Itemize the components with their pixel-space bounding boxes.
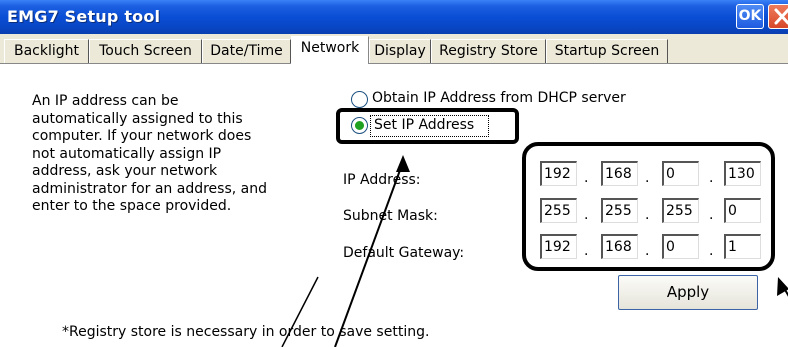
tab-network[interactable]: Network — [291, 36, 369, 64]
annotation-box-set-ip — [336, 108, 519, 144]
description-text: An IP address can be automatically assig… — [32, 93, 312, 216]
annotation-box-ip-fields — [522, 142, 775, 271]
tab-startup-screen[interactable]: Startup Screen — [546, 39, 668, 63]
description-line: address, ask your network — [32, 163, 218, 179]
close-icon[interactable] — [768, 4, 788, 29]
ok-button[interactable]: OK — [736, 4, 764, 29]
description-line: automatically assigned to this — [32, 110, 243, 127]
ip-address-label: IP Address: — [343, 172, 421, 188]
subnet-mask-label: Subnet Mask: — [343, 208, 438, 224]
description-line: not automatically assign IP — [32, 145, 222, 162]
apply-button[interactable]: Apply — [618, 275, 758, 310]
default-gateway-label: Default Gateway: — [343, 245, 465, 261]
tab-display[interactable]: Display — [369, 39, 431, 63]
title-bar: EMG7 Setup tool OK — [0, 0, 788, 34]
tab-date-time[interactable]: Date/Time — [202, 39, 291, 63]
radio-dhcp-label[interactable]: Obtain IP Address from DHCP server — [372, 90, 626, 106]
tab-registry-store[interactable]: Registry Store — [431, 39, 546, 63]
description-line: An IP address can be — [32, 93, 179, 109]
description-line: enter to the space provided. — [32, 198, 232, 214]
setup-window: EMG7 Setup tool OK Backlight Touch Scree… — [0, 0, 788, 347]
radio-dhcp[interactable] — [351, 91, 368, 108]
tab-backlight[interactable]: Backlight — [4, 39, 89, 63]
description-line: computer. If your network does — [32, 128, 252, 144]
tab-touch-screen[interactable]: Touch Screen — [89, 39, 202, 63]
footnote: *Registry store is necessary in order to… — [62, 324, 430, 340]
description-line: administrator for an address, and — [32, 180, 267, 197]
window-title: EMG7 Setup tool — [7, 7, 161, 26]
